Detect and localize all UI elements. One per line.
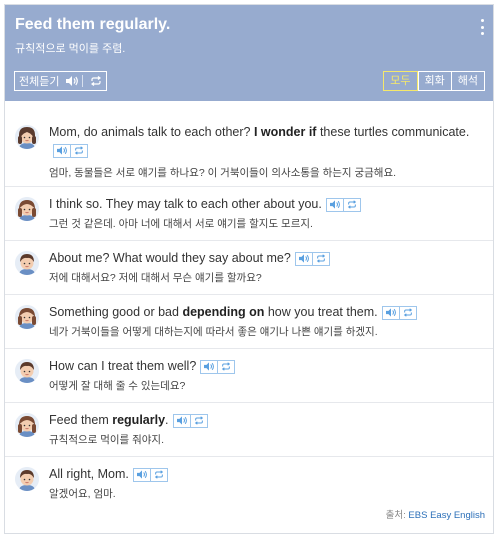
- speaker-icon[interactable]: [296, 253, 312, 265]
- speaker-icon[interactable]: [66, 76, 79, 86]
- listen-all-label: 전체듣기: [19, 76, 60, 88]
- english-line: About me? What would they say about me?: [49, 249, 481, 267]
- card-header: Feed them regularly. 규칙적으로 먹이를 주렴. 전체듣기 …: [5, 5, 493, 101]
- speaker-icon[interactable]: [327, 199, 343, 211]
- avatar: [15, 197, 39, 221]
- english-line: Mom, do animals talk to each other? I wo…: [49, 123, 481, 159]
- tab-translation[interactable]: 해석: [450, 72, 484, 90]
- avatar: [15, 251, 39, 275]
- source-prefix: 출처:: [385, 510, 406, 521]
- tab-conversation[interactable]: 회화: [417, 72, 451, 90]
- listen-all-button[interactable]: 전체듣기: [14, 71, 108, 91]
- korean-translation: 저에 대해서요? 저에 대해서 무슨 얘기를 할까요?: [49, 272, 262, 284]
- repeat-icon[interactable]: [311, 252, 329, 265]
- repeat-icon[interactable]: [217, 360, 234, 373]
- speaker-icon[interactable]: [54, 145, 70, 157]
- dialogue-row: All right, Mom. 알겠어요, 엄마.: [5, 457, 493, 511]
- dialogue-row: Something good or bad depending on how y…: [5, 295, 493, 349]
- kebab-menu-icon[interactable]: [479, 19, 485, 35]
- english-line: Feed them regularly.: [49, 411, 481, 429]
- dialogue-row: Mom, do animals talk to each other? I wo…: [5, 113, 493, 187]
- korean-translation: 어떻게 잘 대해 줄 수 있는데요?: [49, 380, 186, 392]
- speaker-icon[interactable]: [174, 415, 190, 427]
- dialogue-row: Feed them regularly. 규칙적으로 먹이를 줘야지.: [5, 403, 493, 457]
- dialogue-list: Mom, do animals talk to each other? I wo…: [5, 113, 493, 511]
- lesson-subtitle: 규칙적으로 먹이를 주렴.: [15, 43, 126, 55]
- dialogue-row: I think so. They may talk to each other …: [5, 187, 493, 241]
- korean-translation: 네가 거북이들을 어떻게 대하는지에 따라서 좋은 얘기나 나쁜 얘기를 하겠지…: [49, 326, 378, 338]
- avatar: [15, 305, 39, 329]
- speaker-icon[interactable]: [383, 307, 399, 319]
- korean-translation: 엄마, 동물들은 서로 얘기를 하나요? 이 거북이들이 의사소통을 하는지 궁…: [49, 167, 397, 179]
- view-tabs: 모두 회화 해석: [383, 71, 485, 91]
- repeat-icon[interactable]: [189, 414, 207, 427]
- repeat-icon[interactable]: [149, 468, 167, 481]
- dialogue-row: How can I treat them well? 어떻게 잘 대해 줄 수 있…: [5, 349, 493, 403]
- repeat-icon[interactable]: [342, 198, 360, 211]
- korean-translation: 규칙적으로 먹이를 줘야지.: [49, 434, 165, 446]
- speaker-icon[interactable]: [201, 361, 217, 373]
- english-line: How can I treat them well?: [49, 357, 481, 375]
- tab-all[interactable]: 모두: [383, 71, 418, 91]
- divider: [82, 75, 84, 87]
- repeat-icon[interactable]: [90, 76, 102, 86]
- english-line: I think so. They may talk to each other …: [49, 195, 481, 213]
- lesson-title: Feed them regularly.: [15, 16, 171, 33]
- line-audio-controls: [200, 359, 236, 374]
- avatar: [15, 359, 39, 383]
- line-audio-controls: [132, 467, 168, 482]
- source-credit: 출처: EBS Easy English: [386, 507, 485, 521]
- korean-translation: 알겠어요, 엄마.: [49, 488, 116, 500]
- english-line: All right, Mom.: [49, 465, 481, 483]
- line-audio-controls: [294, 251, 330, 266]
- speaker-icon[interactable]: [134, 469, 150, 481]
- line-audio-controls: [325, 197, 361, 212]
- line-audio-controls: [53, 143, 88, 158]
- line-audio-controls: [381, 305, 417, 320]
- avatar: [15, 125, 39, 149]
- avatar: [15, 413, 39, 437]
- repeat-icon[interactable]: [398, 306, 416, 319]
- dialogue-row: About me? What would they say about me? 저…: [5, 241, 493, 295]
- line-audio-controls: [172, 413, 208, 428]
- repeat-icon[interactable]: [70, 144, 87, 157]
- source-link[interactable]: EBS Easy English: [408, 510, 485, 521]
- dialogue-card: Feed them regularly. 규칙적으로 먹이를 주렴. 전체듣기 …: [4, 4, 494, 534]
- korean-translation: 그런 것 같은데. 아마 너에 대해서 서로 얘기를 할지도 모르지.: [49, 218, 313, 230]
- avatar: [15, 467, 39, 491]
- english-line: Something good or bad depending on how y…: [49, 303, 481, 321]
